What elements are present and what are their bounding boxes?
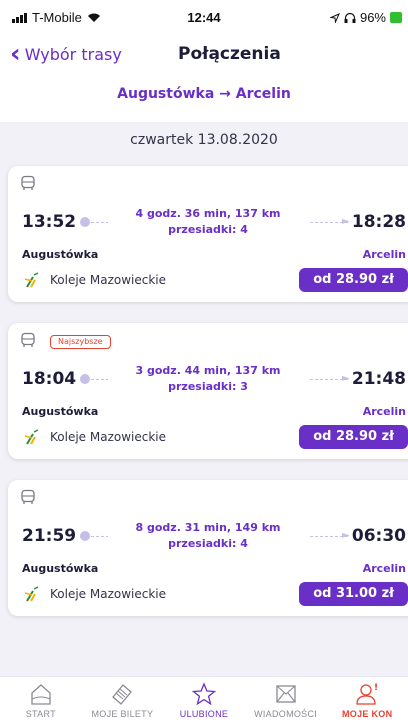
- back-button[interactable]: ‹ Wybór trasy: [10, 39, 122, 69]
- arrival-station: Arcelin: [362, 562, 406, 575]
- route-header: Augustówka → Arcelin: [0, 76, 408, 122]
- bus-icon: [21, 332, 35, 347]
- carrier: Koleje Mazowieckie: [24, 272, 166, 288]
- home-icon: [31, 684, 51, 705]
- arrival-time: 06:30: [351, 526, 406, 546]
- back-label: Wybór trasy: [24, 44, 122, 64]
- mail-icon: [275, 685, 296, 703]
- location-icon: [329, 12, 340, 23]
- carrier-name: Koleje Mazowieckie: [50, 587, 167, 601]
- route-from: Augustówka: [117, 86, 215, 102]
- account-icon: !: [356, 683, 378, 705]
- trip-duration: 3 godz. 44 min, 137 km: [135, 364, 281, 377]
- trip-duration: 8 godz. 31 min, 149 km: [135, 521, 281, 534]
- route-start-dot: [80, 217, 90, 227]
- carrier-name: Koleje Mazowieckie: [50, 430, 167, 444]
- arrival-station: Arcelin: [362, 248, 406, 261]
- connection-card[interactable]: Najszybsze ► 18:04 3 godz. 44 min, 137 k…: [8, 323, 408, 459]
- status-bar: T-Mobile 12:44 96%: [0, 0, 408, 36]
- koleje-mazowieckie-logo-icon: [24, 429, 39, 445]
- bus-icon: [21, 175, 35, 190]
- tab-wiadomosci[interactable]: WIADOMOŚCI: [245, 677, 327, 726]
- koleje-mazowieckie-logo-icon: [24, 272, 39, 288]
- tab-bar: START MOJE BILETY ULUBIONE WIADOMOŚCI ! …: [0, 676, 408, 726]
- battery-icon: [390, 12, 402, 23]
- tab-ulubione[interactable]: ULUBIONE: [163, 677, 245, 726]
- tab-label: ULUBIONE: [179, 709, 229, 719]
- departure-station: Augustówka: [22, 562, 99, 575]
- navigation-bar: ‹ Wybór trasy Połączenia: [0, 36, 408, 76]
- route-arrow-icon: ►: [342, 216, 350, 227]
- connection-card[interactable]: ► 13:52 4 godz. 36 min, 137 km przesiadk…: [8, 166, 408, 302]
- connection-card[interactable]: ► 21:59 8 godz. 31 min, 149 km przesiadk…: [8, 480, 408, 616]
- route-arrow-icon: ►: [342, 373, 350, 384]
- fastest-badge: Najszybsze: [50, 335, 111, 349]
- headphones-icon: [344, 12, 356, 23]
- trip-info: 3 godz. 44 min, 137 km przesiadki: 3: [108, 363, 308, 395]
- tab-label: WIADOMOŚCI: [254, 709, 318, 719]
- status-right: 96%: [329, 10, 402, 25]
- departure-station: Augustówka: [22, 405, 99, 418]
- carrier: Koleje Mazowieckie: [24, 586, 166, 602]
- battery-percent: 96%: [359, 10, 386, 25]
- departure-time: 18:04: [22, 369, 77, 389]
- carrier-name: Koleje Mazowieckie: [50, 273, 167, 287]
- trip-info: 4 godz. 36 min, 137 km przesiadki: 4: [108, 206, 308, 238]
- carrier: Koleje Mazowieckie: [24, 429, 166, 445]
- travel-date: czwartek 13.08.2020: [130, 132, 278, 148]
- trip-transfers: przesiadki: 4: [168, 223, 248, 236]
- arrival-station: Arcelin: [362, 405, 406, 418]
- arrival-time: 18:28: [351, 212, 406, 232]
- departure-station: Augustówka: [22, 248, 99, 261]
- route-arrow: →: [219, 86, 231, 102]
- svg-text:!: !: [374, 683, 378, 693]
- tab-label: MOJE KON: [341, 709, 393, 719]
- tab-start[interactable]: START: [0, 677, 82, 726]
- route-arrow-icon: ►: [342, 530, 350, 541]
- price-button[interactable]: od 28.90 zł: [299, 425, 408, 449]
- chevron-left-icon: ‹: [10, 39, 21, 69]
- route-to: Arcelin: [235, 86, 291, 102]
- route-start-dot: [80, 531, 90, 541]
- trip-transfers: przesiadki: 4: [168, 537, 248, 550]
- trip-transfers: przesiadki: 3: [168, 380, 248, 393]
- departure-time: 21:59: [22, 526, 77, 546]
- star-icon: [191, 682, 217, 706]
- route-start-dot: [80, 374, 90, 384]
- price-button[interactable]: od 28.90 zł: [299, 268, 408, 292]
- price-button[interactable]: od 31.00 zł: [299, 582, 408, 606]
- page-title: Połączenia: [178, 44, 281, 64]
- koleje-mazowieckie-logo-icon: [24, 586, 39, 602]
- departure-time: 13:52: [22, 212, 77, 232]
- tab-label: MOJE BILETY: [91, 709, 154, 719]
- arrival-time: 21:48: [351, 369, 406, 389]
- trip-info: 8 godz. 31 min, 149 km przesiadki: 4: [108, 520, 308, 552]
- tab-moje-konto[interactable]: ! MOJE KON: [326, 677, 408, 726]
- tab-label: START: [25, 709, 56, 719]
- tab-moje-bilety[interactable]: MOJE BILETY: [82, 677, 164, 726]
- trip-duration: 4 godz. 36 min, 137 km: [135, 207, 281, 220]
- bus-icon: [21, 489, 35, 504]
- tickets-icon: [112, 684, 133, 705]
